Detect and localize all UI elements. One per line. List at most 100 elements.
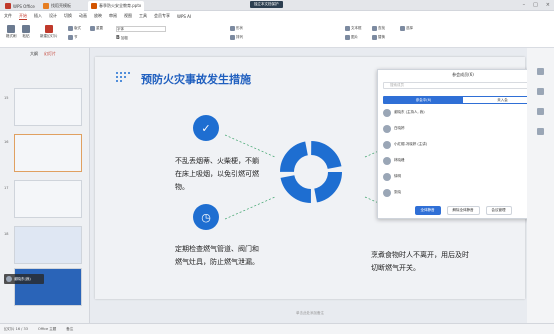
current-user-video: 谢晓东(我) [4,274,44,284]
slide-thumb-18[interactable] [14,226,82,264]
tab-in-meeting[interactable]: 参会中(6) [384,97,463,103]
member-row[interactable]: 谢晓东 (主持人, 我)● [383,107,543,118]
menu-tools[interactable]: 工具 [139,13,147,19]
member-row[interactable]: 小红帽-冯晓婷 (主讲)静音● [383,139,543,150]
picture-button[interactable]: 图片 [345,35,358,40]
menu-animation[interactable]: 动画 [79,13,87,19]
shape-icon [230,26,235,31]
ribbon-label: 加粗 [120,35,128,40]
ribbon-label: 粘贴 [22,34,30,38]
ribbon-label: 节 [74,35,78,39]
find-button[interactable]: 查找 [372,26,385,31]
member-row[interactable]: 白晓婷 ● [383,123,543,134]
menu-home[interactable]: 开始 [19,13,27,20]
properties-icon[interactable] [537,68,544,75]
slide-thumb-16[interactable] [14,134,82,172]
textbox-button[interactable]: 文本框 [345,26,362,31]
panel-title: 参会成员(6) [452,72,474,77]
minimize-icon[interactable]: – [523,2,526,8]
member-role: (主讲) [417,142,428,146]
mute-all-button[interactable]: 全体静音 [414,206,441,215]
notes-pane[interactable]: 单击此处添加备注 [95,311,525,319]
member-row[interactable]: 徐明静音● [383,171,543,182]
menu-design[interactable]: 设计 [49,13,57,19]
clock-icon: ◷ [193,204,219,230]
tab-template[interactable]: 找稻壳模板 [40,1,74,11]
slide-thumb-17[interactable] [14,180,82,218]
menu-slideshow[interactable]: 放映 [94,13,102,19]
slide-number: 16 [4,140,9,144]
menu-bar: 文件 开始 插入 设计 切换 动画 放映 审阅 视图 工具 会员专享 WPS A… [0,11,554,21]
participants-panel: 参会成员(6) × 搜索成员 参会中(6) 未入会 谢晓东 (主持人, 我)● … [377,69,547,219]
center-ring-graphic [280,141,342,203]
protect-badge[interactable]: 独立本文档保护 [250,1,283,8]
menu-transition[interactable]: 切换 [64,13,72,19]
ribbon-label: 排列 [236,35,243,39]
picture-icon [345,35,350,40]
slide-counter: 幻灯片 16 / 33 [4,326,28,331]
member-name: 徐明 [394,174,401,178]
paste-button[interactable]: 粘贴 [22,25,30,39]
section-button[interactable]: 节 [68,35,78,40]
share-icon[interactable] [537,128,544,135]
menu-review[interactable]: 审阅 [109,13,117,19]
tab-document[interactable]: 春季防火安全教育.pptx [88,1,145,11]
maximize-icon[interactable]: □ [533,2,538,8]
close-icon[interactable]: × [546,2,550,8]
design-icon[interactable] [537,108,544,115]
avatar [383,108,391,117]
menu-wps-ai[interactable]: WPS AI [177,14,191,19]
current-user-label: 谢晓东(我) [14,276,31,281]
member-search-input[interactable]: 搜索成员 [383,82,543,89]
slide-thumbnails: 大纲幻灯片 15 16 17 18 19 谢晓东(我) [0,48,90,323]
ribbon-label: 选择 [406,26,413,30]
select-button[interactable]: 选择 [400,26,413,31]
wps-logo-icon [5,3,11,9]
notes-toggle[interactable]: 备注 [66,327,73,332]
member-name: 白晓婷 [394,126,405,130]
new-slide-button[interactable]: 新建幻灯片 [40,25,58,39]
ribbon-label: 新建幻灯片 [40,34,58,38]
format-painter-button[interactable]: 格式刷 [6,25,17,39]
menu-member[interactable]: 会员专享 [154,13,170,19]
unmute-all-button[interactable]: 解除全体静音 [446,206,480,215]
menu-view[interactable]: 视图 [124,13,132,19]
member-role: (主持人, 我) [405,110,425,114]
bold-button[interactable]: B 加粗 [116,35,128,41]
member-name: 张晓 [394,190,401,194]
search-icon [372,26,377,31]
measure-text-1: 不乱丢烟蒂、火柴梗，不躺在床上吸烟，以免引燃可燃物。 [175,157,259,191]
select-icon [400,26,405,31]
tab-wps[interactable]: WPS Office [2,1,38,11]
tab-label: 春季防火安全教育.pptx [99,3,142,8]
slide-number: 18 [4,232,9,236]
search-placeholder: 搜索成员 [390,83,404,87]
tab-slides[interactable]: 幻灯片 [44,51,56,57]
avatar [383,140,391,149]
layout-button[interactable]: 版式 [68,26,81,31]
font-select[interactable]: 字体 [116,26,166,32]
slide-number: 15 [4,96,9,100]
slide-number: 17 [4,186,9,190]
shape-button[interactable]: 形状 [230,26,243,31]
menu-insert[interactable]: 插入 [34,13,42,19]
member-row[interactable]: 张晓静音● [383,187,543,198]
member-name: 谢晓东 [394,110,405,114]
ribbon-label: 文本框 [351,26,362,30]
layout-icon [68,26,73,31]
tab-outline[interactable]: 大纲 [30,51,38,57]
section-icon [68,35,73,40]
avatar [383,156,391,165]
replace-button[interactable]: 替换 [372,35,385,40]
animation-pane-icon[interactable] [537,88,544,95]
slide-thumb-15[interactable] [14,88,82,126]
meeting-settings-button[interactable]: 会议管理 [485,206,512,215]
reset-button[interactable]: 重置 [90,26,103,31]
member-name: 林晓峰 [394,158,405,162]
menu-file[interactable]: 文件 [4,13,12,19]
arrange-button[interactable]: 排列 [230,35,243,40]
panel-actions: 全体静音 解除全体静音 会议管理 [378,206,548,215]
member-row[interactable]: 林晓峰静音● [383,155,543,166]
thumb-tabs: 大纲 幻灯片 [30,51,56,57]
member-tabs: 参会中(6) 未入会 [383,96,543,104]
